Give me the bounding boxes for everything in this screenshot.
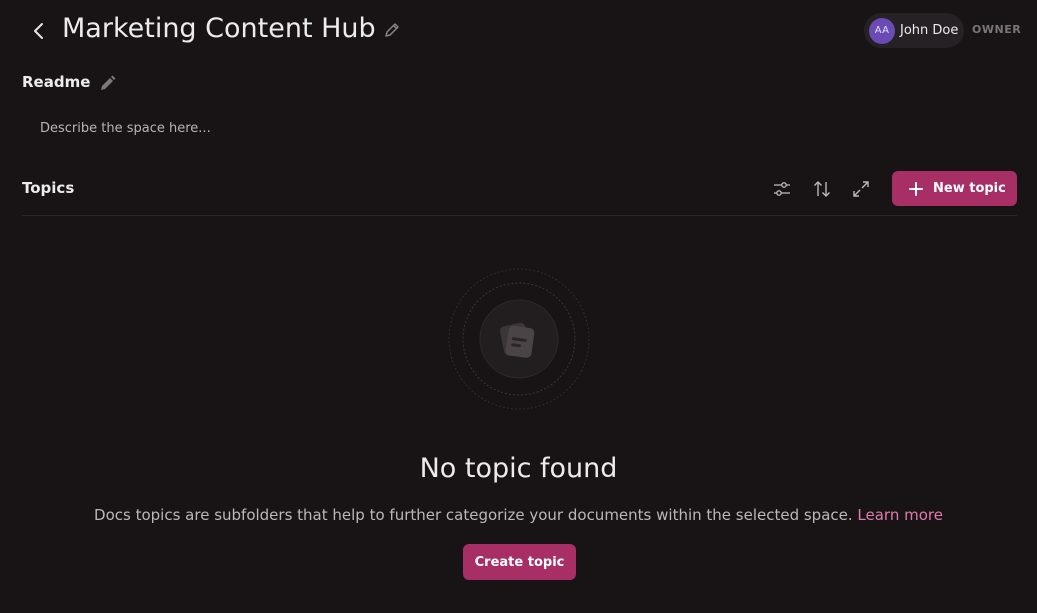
empty-state-description: Docs topics are subfolders that help to … (0, 506, 1037, 524)
plus-icon (909, 181, 923, 196)
edit-title-button[interactable] (382, 20, 402, 40)
expand-icon (853, 181, 869, 197)
pencil-outline-icon (385, 23, 399, 37)
space-title: Marketing Content Hub (62, 13, 376, 44)
filter-sliders-icon (774, 182, 790, 196)
expand-button[interactable] (848, 176, 874, 202)
chevron-left-icon (34, 23, 43, 39)
learn-more-link[interactable]: Learn more (857, 506, 943, 524)
create-topic-button[interactable]: Create topic (463, 544, 576, 580)
documents-icon (448, 268, 590, 410)
divider (22, 215, 1017, 216)
pencil-icon (101, 75, 116, 90)
edit-readme-button[interactable] (98, 73, 118, 93)
user-chip[interactable]: AA John Doe (864, 13, 964, 48)
back-button[interactable] (28, 18, 50, 44)
empty-state-text: Docs topics are subfolders that help to … (94, 506, 853, 524)
empty-state-illustration (448, 268, 590, 410)
new-topic-button[interactable]: New topic (892, 171, 1017, 206)
readme-description[interactable]: Describe the space here... (40, 121, 211, 136)
new-topic-label: New topic (933, 181, 1006, 196)
filter-button[interactable] (769, 176, 795, 202)
empty-state-title: No topic found (419, 453, 618, 484)
avatar: AA (869, 17, 895, 44)
sort-button[interactable] (809, 176, 835, 202)
sort-arrows-icon (814, 181, 830, 197)
role-badge: OWNER (972, 23, 1022, 36)
space-page: Marketing Content Hub AA John Doe OWNER … (0, 0, 1037, 613)
topics-heading: Topics (22, 179, 75, 197)
readme-heading: Readme (22, 73, 91, 91)
user-name: John Doe (900, 23, 959, 38)
